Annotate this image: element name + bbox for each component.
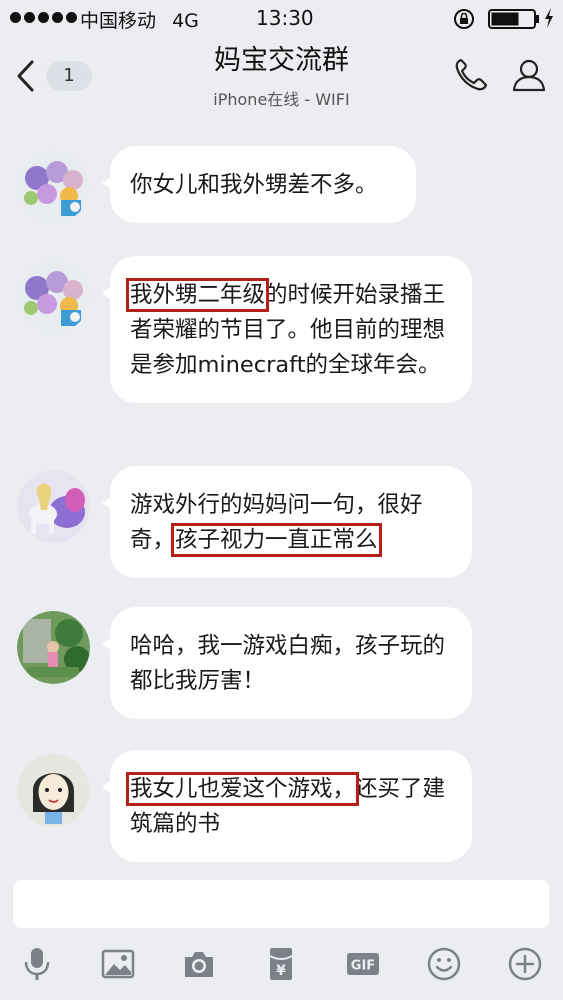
input-toolbar: ¥ GIF	[0, 944, 563, 984]
highlighted-text: 我外甥二年级	[125, 278, 270, 312]
garden-photo-avatar[interactable]	[17, 611, 90, 684]
input-area: ¥ GIF	[0, 870, 563, 1000]
person-icon[interactable]	[510, 56, 548, 94]
charging-icon	[545, 8, 553, 28]
red-packet-symbol: ¥	[276, 963, 286, 979]
plus-icon	[508, 947, 542, 981]
message-text: 哈哈，我一游戏白痴，孩子玩的都比我厉害！	[130, 633, 446, 694]
emoji-button[interactable]	[424, 944, 464, 984]
nav-bar: 1 妈宝交流群 iPhone在线 - WIFI	[0, 36, 563, 118]
carrier-label: 中国移动 4G	[80, 6, 199, 33]
message-text: 你女儿和我外甥差不多。	[130, 172, 378, 198]
message-bubble[interactable]: 我外甥二年级的时候开始录播王者荣耀的节目了。他目前的理想是参加minecraft…	[102, 256, 472, 403]
network-type: 4G	[172, 10, 199, 32]
status-bar: 中国移动 4G 13:30	[0, 0, 563, 36]
message-list[interactable]: 你女儿和我外甥差不多。 我外甥二年级的时候开始录播王者荣耀的节目了。他目前的理想…	[0, 118, 563, 870]
image-button[interactable]	[98, 944, 138, 984]
fantasy-unicorn-avatar[interactable]	[17, 470, 90, 543]
mic-button[interactable]	[17, 944, 57, 984]
orientation-lock-icon	[454, 9, 474, 29]
red-packet-icon: ¥	[269, 948, 293, 980]
red-packet-button[interactable]: ¥	[261, 944, 301, 984]
highlighted-text: 孩子视力一直正常么	[171, 523, 382, 557]
camera-icon	[185, 952, 213, 977]
flower-bouquet-avatar[interactable]	[17, 260, 90, 333]
camera-button[interactable]	[179, 944, 219, 984]
girl-drawing-avatar[interactable]	[17, 754, 90, 827]
gif-icon: GIF	[347, 953, 379, 975]
emoji-icon	[427, 947, 461, 981]
gif-button[interactable]: GIF	[343, 944, 383, 984]
mic-icon	[24, 948, 50, 980]
message-bubble[interactable]: 你女儿和我外甥差不多。	[102, 146, 416, 223]
plus-button[interactable]	[505, 944, 545, 984]
battery-icon	[488, 9, 539, 29]
message-input[interactable]	[13, 880, 549, 928]
status-time: 13:30	[256, 6, 314, 30]
message-bubble[interactable]: 哈哈，我一游戏白痴，孩子玩的都比我厉害！	[102, 607, 472, 719]
gif-label: GIF	[351, 959, 375, 974]
message-bubble[interactable]: 游戏外行的妈妈问一句，很好奇，孩子视力一直正常么	[102, 466, 472, 578]
phone-icon[interactable]	[452, 56, 490, 94]
carrier-name: 中国移动	[80, 10, 157, 32]
message-bubble[interactable]: 我女儿也爱这个游戏，还买了建筑篇的书	[102, 750, 472, 862]
signal-strength-icon	[10, 12, 77, 23]
highlighted-text: 我女儿也爱这个游戏，	[125, 772, 360, 806]
image-icon	[101, 949, 135, 979]
flower-bouquet-avatar[interactable]	[17, 150, 90, 223]
